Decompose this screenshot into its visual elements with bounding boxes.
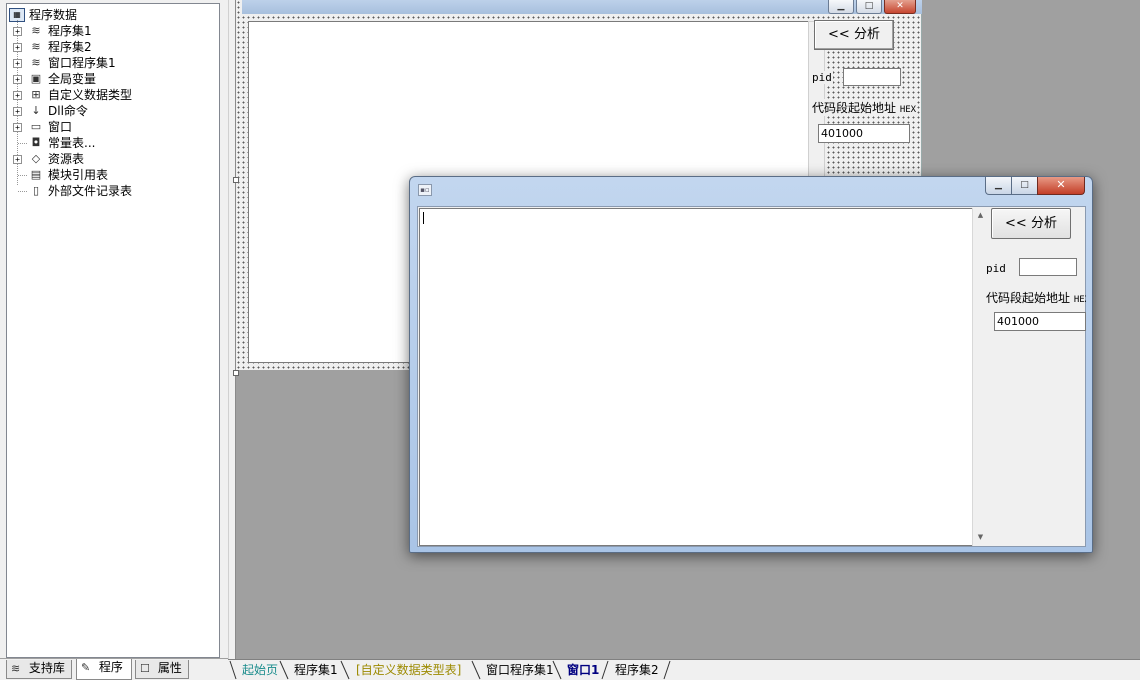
constant-icon: ◘ — [31, 136, 41, 149]
file-record-icon: ▯ — [32, 184, 40, 197]
window-app-icon: ▪▫ — [418, 184, 432, 196]
scroll-up-icon[interactable]: ▲ — [973, 208, 988, 223]
tree-item-label: 窗口程序集1 — [48, 56, 116, 70]
module-icon: ≋ — [31, 40, 41, 53]
designer-analyze-button[interactable]: << 分析 — [814, 20, 894, 50]
tree-item-label: 程序集1 — [48, 24, 92, 38]
tree-connector — [18, 143, 27, 144]
tab-program-label: 程序 — [98, 660, 123, 674]
tree-item-label: 窗口 — [48, 120, 73, 134]
designer-pid-input[interactable] — [843, 68, 901, 86]
expand-icon[interactable]: + — [13, 107, 22, 116]
expand-icon[interactable]: + — [13, 91, 22, 100]
tree-item[interactable]: + ↓ Dll命令 — [7, 103, 219, 119]
tree-item[interactable]: + ≋ 程序集2 — [7, 39, 219, 55]
tab-separators — [229, 660, 671, 680]
tree-connector — [18, 191, 27, 192]
module-ref-icon: ▤ — [30, 168, 42, 181]
expand-icon[interactable]: + — [13, 43, 22, 52]
tab-support-library-label: 支持库 — [28, 661, 65, 675]
vertical-scrollbar[interactable]: ▲ ▼ — [972, 208, 989, 546]
tree-item-label: 自定义数据类型 — [48, 88, 133, 102]
address-label: 代码段起始地址 HEX — [986, 289, 1086, 306]
expand-icon[interactable]: + — [13, 123, 22, 132]
module-icon: ≋ — [31, 24, 41, 37]
tree-item-label: 资源表 — [48, 152, 85, 166]
dll-icon: ↓ — [31, 104, 41, 117]
address-input[interactable]: 401000 — [994, 312, 1086, 331]
tab-properties[interactable]: ☐ 属性 — [135, 660, 189, 679]
tree-item[interactable]: + ◇ 资源表 — [7, 151, 219, 167]
designer-pid-label: pid — [811, 71, 833, 84]
tree-item-label: 程序集2 — [48, 40, 92, 54]
designer-hex-label: HEX — [899, 105, 917, 115]
resize-handle-bottom-left[interactable] — [233, 370, 239, 376]
window-icon: ▭ — [30, 120, 42, 133]
project-tree[interactable]: ▦ 程序数据 + ≋ 程序集1 + ≋ 程序集2 + ≋ 窗口程序集1 + ▣ 全局变量 + ⊞ 自定义数据… — [6, 3, 220, 658]
library-icon: ≋ — [11, 662, 21, 675]
analyze-button[interactable]: << 分析 — [991, 208, 1071, 239]
expand-icon[interactable]: + — [13, 27, 22, 36]
tree-item[interactable]: + ≋ 程序集1 — [7, 23, 219, 39]
tree-item[interactable]: + ▣ 全局变量 — [7, 71, 219, 87]
resource-icon: ◇ — [31, 152, 41, 165]
minimize-icon[interactable]: ▁ — [985, 177, 1012, 195]
tab-support-library[interactable]: ≋ 支持库 — [6, 660, 72, 679]
designer-maximize-icon: □ — [856, 0, 882, 14]
maximize-icon[interactable]: □ — [1011, 177, 1038, 195]
variable-icon: ▣ — [30, 72, 42, 85]
tab-properties-label: 属性 — [157, 661, 182, 675]
tree-item[interactable]: + ▭ 窗口 — [7, 119, 219, 135]
tree-item-label: 全局变量 — [48, 72, 97, 86]
tree-item[interactable]: ◘ 常量表... — [7, 135, 219, 151]
tree-item[interactable]: + ≋ 窗口程序集1 — [7, 55, 219, 71]
tree-item[interactable]: ▯ 外部文件记录表 — [7, 183, 219, 199]
tree-item-label: 常量表... — [48, 136, 96, 150]
designer-address-label-text: 代码段起始地址 — [812, 101, 897, 115]
expand-icon[interactable]: + — [13, 75, 22, 84]
pid-label: pid — [986, 262, 1006, 275]
project-panel: ▦ 程序数据 + ≋ 程序集1 + ≋ 程序集2 + ≋ 窗口程序集1 + ▣ 全局变量 + ⊞ 自定义数据… — [0, 0, 228, 680]
close-icon[interactable]: ✕ — [1037, 177, 1085, 195]
designer-address-input[interactable]: 401000 — [818, 124, 910, 143]
designer-minimize-icon: ▁ — [828, 0, 854, 14]
designer-close-icon: ✕ — [884, 0, 916, 14]
designer-title-bar: ▁ □ ✕ — [242, 0, 922, 14]
pid-input[interactable] — [1019, 258, 1077, 276]
address-label-text: 代码段起始地址 — [986, 291, 1071, 305]
expand-icon[interactable]: + — [13, 59, 22, 68]
module-icon: ≋ — [31, 56, 41, 69]
document-tabs: 起始页 程序集1 [自定义数据类型表] 窗口程序集1 窗口1 程序集2 — [228, 659, 1140, 680]
tree-item-label: Dll命令 — [48, 104, 88, 118]
program-icon: ✎ — [81, 661, 91, 674]
scroll-down-icon[interactable]: ▼ — [973, 530, 988, 545]
resize-handle-left[interactable] — [233, 177, 239, 183]
panel-splitter[interactable] — [228, 0, 236, 659]
tree-item-label: 外部文件记录表 — [48, 184, 133, 198]
properties-icon: ☐ — [140, 662, 150, 675]
expand-icon[interactable]: + — [13, 155, 22, 164]
tab-program[interactable]: ✎ 程序 — [76, 659, 132, 680]
tree-root[interactable]: ▦ 程序数据 — [7, 7, 219, 23]
hex-label: HEX — [1073, 295, 1086, 305]
tree-connector — [18, 175, 27, 176]
tree-item[interactable]: + ⊞ 自定义数据类型 — [7, 87, 219, 103]
preview-client-area: ▲ ▼ << 分析 pid 代码段起始地址 HEX 401000 — [417, 206, 1086, 547]
left-panel-tabs: ≋ 支持库 ✎ 程序 ☐ 属性 — [0, 658, 228, 680]
output-editbox[interactable] — [419, 208, 972, 546]
tree-item[interactable]: ▤ 模块引用表 — [7, 167, 219, 183]
preview-window[interactable]: ▪▫ ▁ □ ✕ ▲ ▼ << 分析 pid 代码段起始地址 HEX 40100… — [409, 176, 1093, 553]
designer-address-label: 代码段起始地址 HEX — [811, 99, 918, 116]
tree-root-label: 程序数据 — [29, 8, 78, 22]
text-caret — [423, 212, 424, 224]
tree-item-label: 模块引用表 — [48, 168, 109, 182]
datatype-icon: ⊞ — [31, 88, 41, 101]
